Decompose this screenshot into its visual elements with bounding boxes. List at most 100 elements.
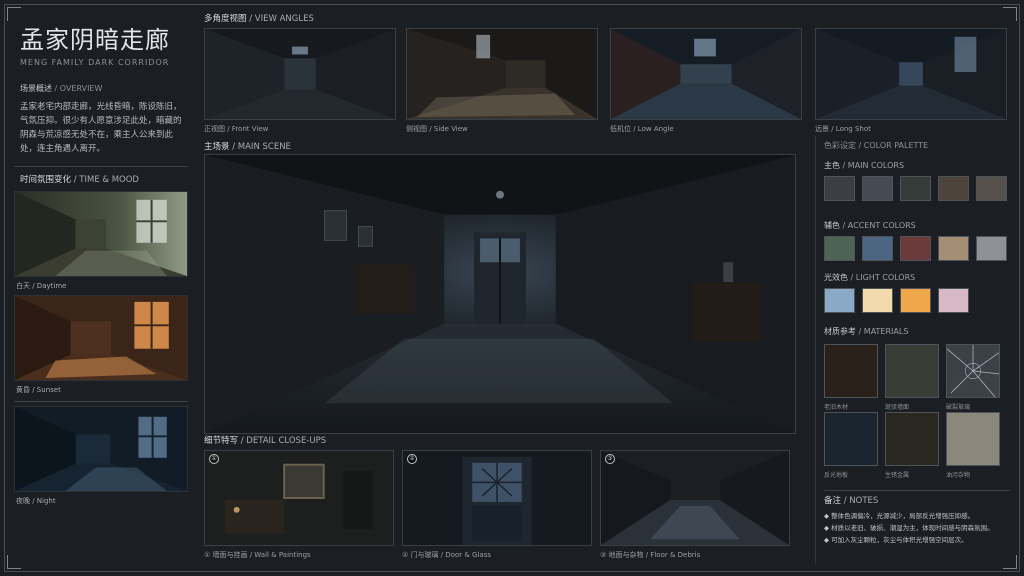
views-label-en: / VIEW ANGLES	[249, 14, 314, 24]
material-glass[interactable]	[946, 344, 1000, 398]
front-view-image	[205, 29, 395, 119]
light-colors-label: 光效色 / LIGHT COLORS	[824, 272, 915, 283]
material-caption: 反光地板	[824, 472, 849, 479]
low-angle-image	[611, 29, 801, 119]
palette-title: 色彩设定 / COLOR PALETTE	[824, 141, 929, 150]
material-caption: 生锈金属	[885, 472, 910, 479]
divider	[14, 166, 188, 167]
overview-label-cn: 场景概述	[20, 84, 52, 93]
main-colors-label-cn: 主色	[824, 161, 840, 170]
main-corridor-illustration	[205, 155, 795, 433]
overview-label: 场景概述 / OVERVIEW	[20, 83, 188, 94]
accent-colors-label: 辅色 / ACCENT COLORS	[824, 220, 916, 231]
color-swatch[interactable]	[976, 176, 1007, 201]
details-label-cn: 细节特写	[204, 436, 239, 446]
right-column: 色彩设定 / COLOR PALETTE 主色 / MAIN COLORS 辅色…	[815, 136, 1013, 564]
material-caption: 油污杂物	[946, 472, 971, 479]
view-front[interactable]	[204, 28, 396, 120]
detail-number-badge: ①	[209, 454, 219, 464]
color-swatch[interactable]	[976, 236, 1007, 261]
color-swatch[interactable]	[900, 236, 931, 261]
view-caption-side: 侧视图 / Side View	[406, 125, 468, 133]
page-title: 孟家阴暗走廊	[20, 26, 170, 54]
notes-list: ◆ 整体色调偏冷，光源减少，局部反光增强压抑感。 ◆ 材质以老旧、破损、潮湿为主…	[824, 510, 1014, 546]
materials-label: 材质参考 / MATERIALS	[824, 326, 908, 337]
material-metal[interactable]	[885, 412, 939, 466]
details-label-en: / DETAIL CLOSE-UPS	[240, 436, 327, 446]
view-angles-row: 正视图 / Front View 侧视图 / Side View 低机位 / L…	[204, 28, 806, 140]
material-wall[interactable]	[885, 344, 939, 398]
mood-label: 时间氛围变化 / TIME & MOOD	[20, 173, 188, 185]
main-colors-label-en: / MAIN COLORS	[842, 161, 905, 170]
mood-label-cn: 时间氛围变化	[20, 175, 72, 185]
material-wood[interactable]	[824, 344, 878, 398]
view-caption-low-angle: 低机位 / Low Angle	[610, 125, 674, 133]
material-caption: 斑驳墙面	[885, 404, 910, 411]
materials-label-en: / MATERIALS	[858, 327, 909, 336]
material-debris[interactable]	[946, 412, 1000, 466]
floor-debris-image	[601, 451, 789, 545]
view-caption-front: 正视图 / Front View	[204, 125, 269, 133]
mood-image-daytime[interactable]	[14, 191, 188, 277]
main-scene-label-en: / MAIN SCENE	[232, 142, 291, 152]
accent-colors-label-en: / ACCENT COLORS	[842, 221, 916, 230]
note-item: ◆ 可加入灰尘颗粒，灰尘与体积光增强空间层次。	[824, 536, 968, 544]
notes-label-cn: 备注	[824, 496, 842, 506]
color-swatch[interactable]	[900, 288, 931, 313]
detail-number-badge: ②	[407, 454, 417, 464]
view-side[interactable]	[406, 28, 598, 120]
color-swatch[interactable]	[824, 236, 855, 261]
door-glass-image	[403, 451, 591, 545]
mood-image-sunset[interactable]	[14, 295, 188, 381]
color-swatch[interactable]	[938, 288, 969, 313]
page-subtitle: MENG FAMILY DARK CORRIDOR	[20, 58, 170, 67]
material-caption: 老旧木材	[824, 404, 849, 411]
mood-caption-night: 夜晚 / Night	[16, 497, 56, 505]
color-swatch[interactable]	[824, 288, 855, 313]
detail-door-glass[interactable]: ②	[402, 450, 592, 546]
view-low-angle[interactable]	[610, 28, 802, 120]
view-long-shot[interactable]	[815, 28, 1007, 120]
color-swatch[interactable]	[862, 236, 893, 261]
note-item: ◆ 整体色调偏冷，光源减少，局部反光增强压抑感。	[824, 512, 975, 520]
main-scene-image[interactable]	[204, 154, 796, 434]
corridor-sunset-image	[15, 296, 187, 380]
divider	[824, 490, 1010, 491]
mood-label-en: / TIME & MOOD	[73, 175, 139, 185]
mood-image-night[interactable]	[14, 406, 188, 492]
main-swatches	[824, 176, 1007, 201]
overview-text: 孟家老宅内部走廊，光线昏暗，陈设陈旧，气氛压抑。很少有人愿意涉足此处，暗藏的阴森…	[20, 102, 182, 154]
detail-caption-floor: ③ 地面与杂物 / Floor & Debris	[600, 551, 701, 559]
main-scene-label: 主场景 / MAIN SCENE	[204, 140, 291, 152]
overview-label-en: / OVERVIEW	[54, 84, 103, 93]
left-column: 孟家阴暗走廊 MENG FAMILY DARK CORRIDOR 场景概述 / …	[14, 12, 188, 564]
main-colors-label: 主色 / MAIN COLORS	[824, 160, 904, 171]
side-view-image	[407, 29, 597, 119]
views-label-cn: 多角度视图	[204, 14, 247, 24]
corridor-daytime-image	[15, 192, 187, 276]
note-item: ◆ 材质以老旧、破损、潮湿为主，体现时间感与阴森氛围。	[824, 524, 994, 532]
light-colors-label-en: / LIGHT COLORS	[850, 273, 916, 282]
light-colors-label-cn: 光效色	[824, 273, 848, 282]
divider	[14, 401, 188, 402]
accent-colors-label-cn: 辅色	[824, 221, 840, 230]
color-swatch[interactable]	[824, 176, 855, 201]
material-floor[interactable]	[824, 412, 878, 466]
main-scene-label-cn: 主场景	[204, 142, 230, 152]
light-swatches	[824, 288, 969, 313]
color-swatch[interactable]	[862, 288, 893, 313]
long-shot-image	[816, 29, 1006, 119]
corridor-night-image	[15, 407, 187, 491]
color-swatch[interactable]	[900, 176, 931, 201]
view-caption-long-shot: 远景 / Long Shot	[815, 125, 871, 133]
color-swatch[interactable]	[938, 176, 969, 201]
material-caption: 破裂玻璃	[946, 404, 971, 411]
color-swatch[interactable]	[862, 176, 893, 201]
mood-caption-daytime: 白天 / Daytime	[16, 282, 67, 290]
detail-floor-debris[interactable]: ③	[600, 450, 790, 546]
color-swatch[interactable]	[938, 236, 969, 261]
detail-caption-door: ② 门与玻璃 / Door & Glass	[402, 551, 492, 559]
cracked-glass-icon	[946, 345, 1000, 398]
wall-paintings-image	[205, 451, 393, 545]
detail-wall-paintings[interactable]: ①	[204, 450, 394, 546]
